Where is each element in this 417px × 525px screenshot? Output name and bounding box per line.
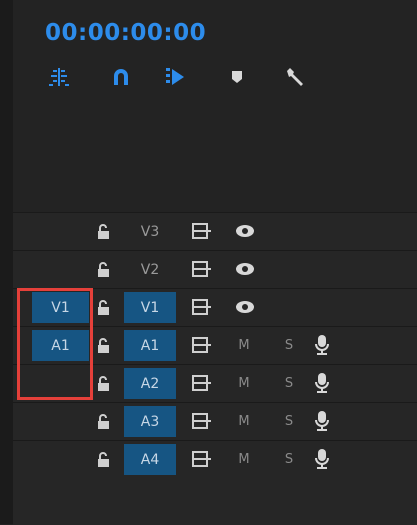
source-patch-a1[interactable]: A1 [32, 330, 89, 361]
unlocked-icon[interactable] [95, 299, 113, 317]
microphone-voiceover-icon[interactable] [314, 410, 330, 432]
solo-track-button[interactable]: S [278, 368, 300, 399]
sync-lock-icon[interactable] [191, 336, 211, 354]
microphone-voiceover-icon[interactable] [314, 372, 330, 394]
mute-track-button[interactable]: M [233, 368, 255, 399]
marker-icon [232, 71, 242, 83]
source-patch-v1[interactable]: V1 [32, 292, 89, 323]
unlocked-icon[interactable] [95, 413, 113, 431]
unlocked-icon[interactable] [95, 375, 113, 393]
mute-track-button[interactable]: M [233, 406, 255, 437]
microphone-voiceover-icon[interactable] [314, 448, 330, 470]
solo-track-button[interactable]: S [278, 406, 300, 437]
track-row-v3: V3 [13, 212, 417, 250]
track-row-v1: V1 V1 [13, 288, 417, 326]
wrench-settings-icon [287, 68, 303, 86]
track-label-a3[interactable]: A3 [124, 406, 176, 437]
sync-lock-icon[interactable] [191, 374, 211, 392]
add-marker-button[interactable] [161, 63, 189, 91]
sync-lock-icon[interactable] [191, 298, 211, 316]
unlocked-icon[interactable] [95, 451, 113, 469]
track-label-a1[interactable]: A1 [124, 330, 176, 361]
magnet-linked-selection-icon [114, 69, 128, 85]
panel-left-edge [0, 0, 13, 524]
snap-in-timeline-button[interactable] [45, 63, 73, 91]
add-marker-icon [166, 68, 184, 85]
microphone-voiceover-icon[interactable] [314, 334, 330, 356]
unlocked-icon[interactable] [95, 261, 113, 279]
timeline-toolbar [13, 63, 417, 91]
snap-in-timeline-icon [49, 68, 69, 86]
toggle-track-output-eye-icon[interactable] [235, 299, 255, 315]
mute-track-button[interactable]: M [233, 330, 255, 361]
track-label-v3[interactable]: V3 [124, 216, 176, 247]
marker-button[interactable] [223, 63, 251, 91]
unlocked-icon[interactable] [95, 223, 113, 241]
toggle-track-output-eye-icon[interactable] [235, 261, 255, 277]
track-label-a2[interactable]: A2 [124, 368, 176, 399]
mute-track-button[interactable]: M [233, 444, 255, 475]
sync-lock-icon[interactable] [191, 450, 211, 468]
track-row-a1: A1 A1 M S [13, 326, 417, 364]
toggle-track-output-eye-icon[interactable] [235, 223, 255, 239]
timeline-track-header-panel: 00:00:00:00 V3 V2 V1 V1 A1 A1 M S A2 M S… [13, 0, 417, 525]
timeline-settings-button[interactable] [281, 63, 309, 91]
playhead-timecode[interactable]: 00:00:00:00 [45, 20, 206, 46]
sync-lock-icon[interactable] [191, 260, 211, 278]
track-label-v2[interactable]: V2 [124, 254, 176, 285]
solo-track-button[interactable]: S [278, 444, 300, 475]
solo-track-button[interactable]: S [278, 330, 300, 361]
track-row-a3: A3 M S [13, 402, 417, 440]
track-label-a4[interactable]: A4 [124, 444, 176, 475]
track-row-v2: V2 [13, 250, 417, 288]
unlocked-icon[interactable] [95, 337, 113, 355]
sync-lock-icon[interactable] [191, 222, 211, 240]
linked-selection-button[interactable] [107, 63, 135, 91]
track-label-v1[interactable]: V1 [124, 292, 176, 323]
track-row-a4: A4 M S [13, 440, 417, 525]
track-row-a2: A2 M S [13, 364, 417, 402]
sync-lock-icon[interactable] [191, 412, 211, 430]
